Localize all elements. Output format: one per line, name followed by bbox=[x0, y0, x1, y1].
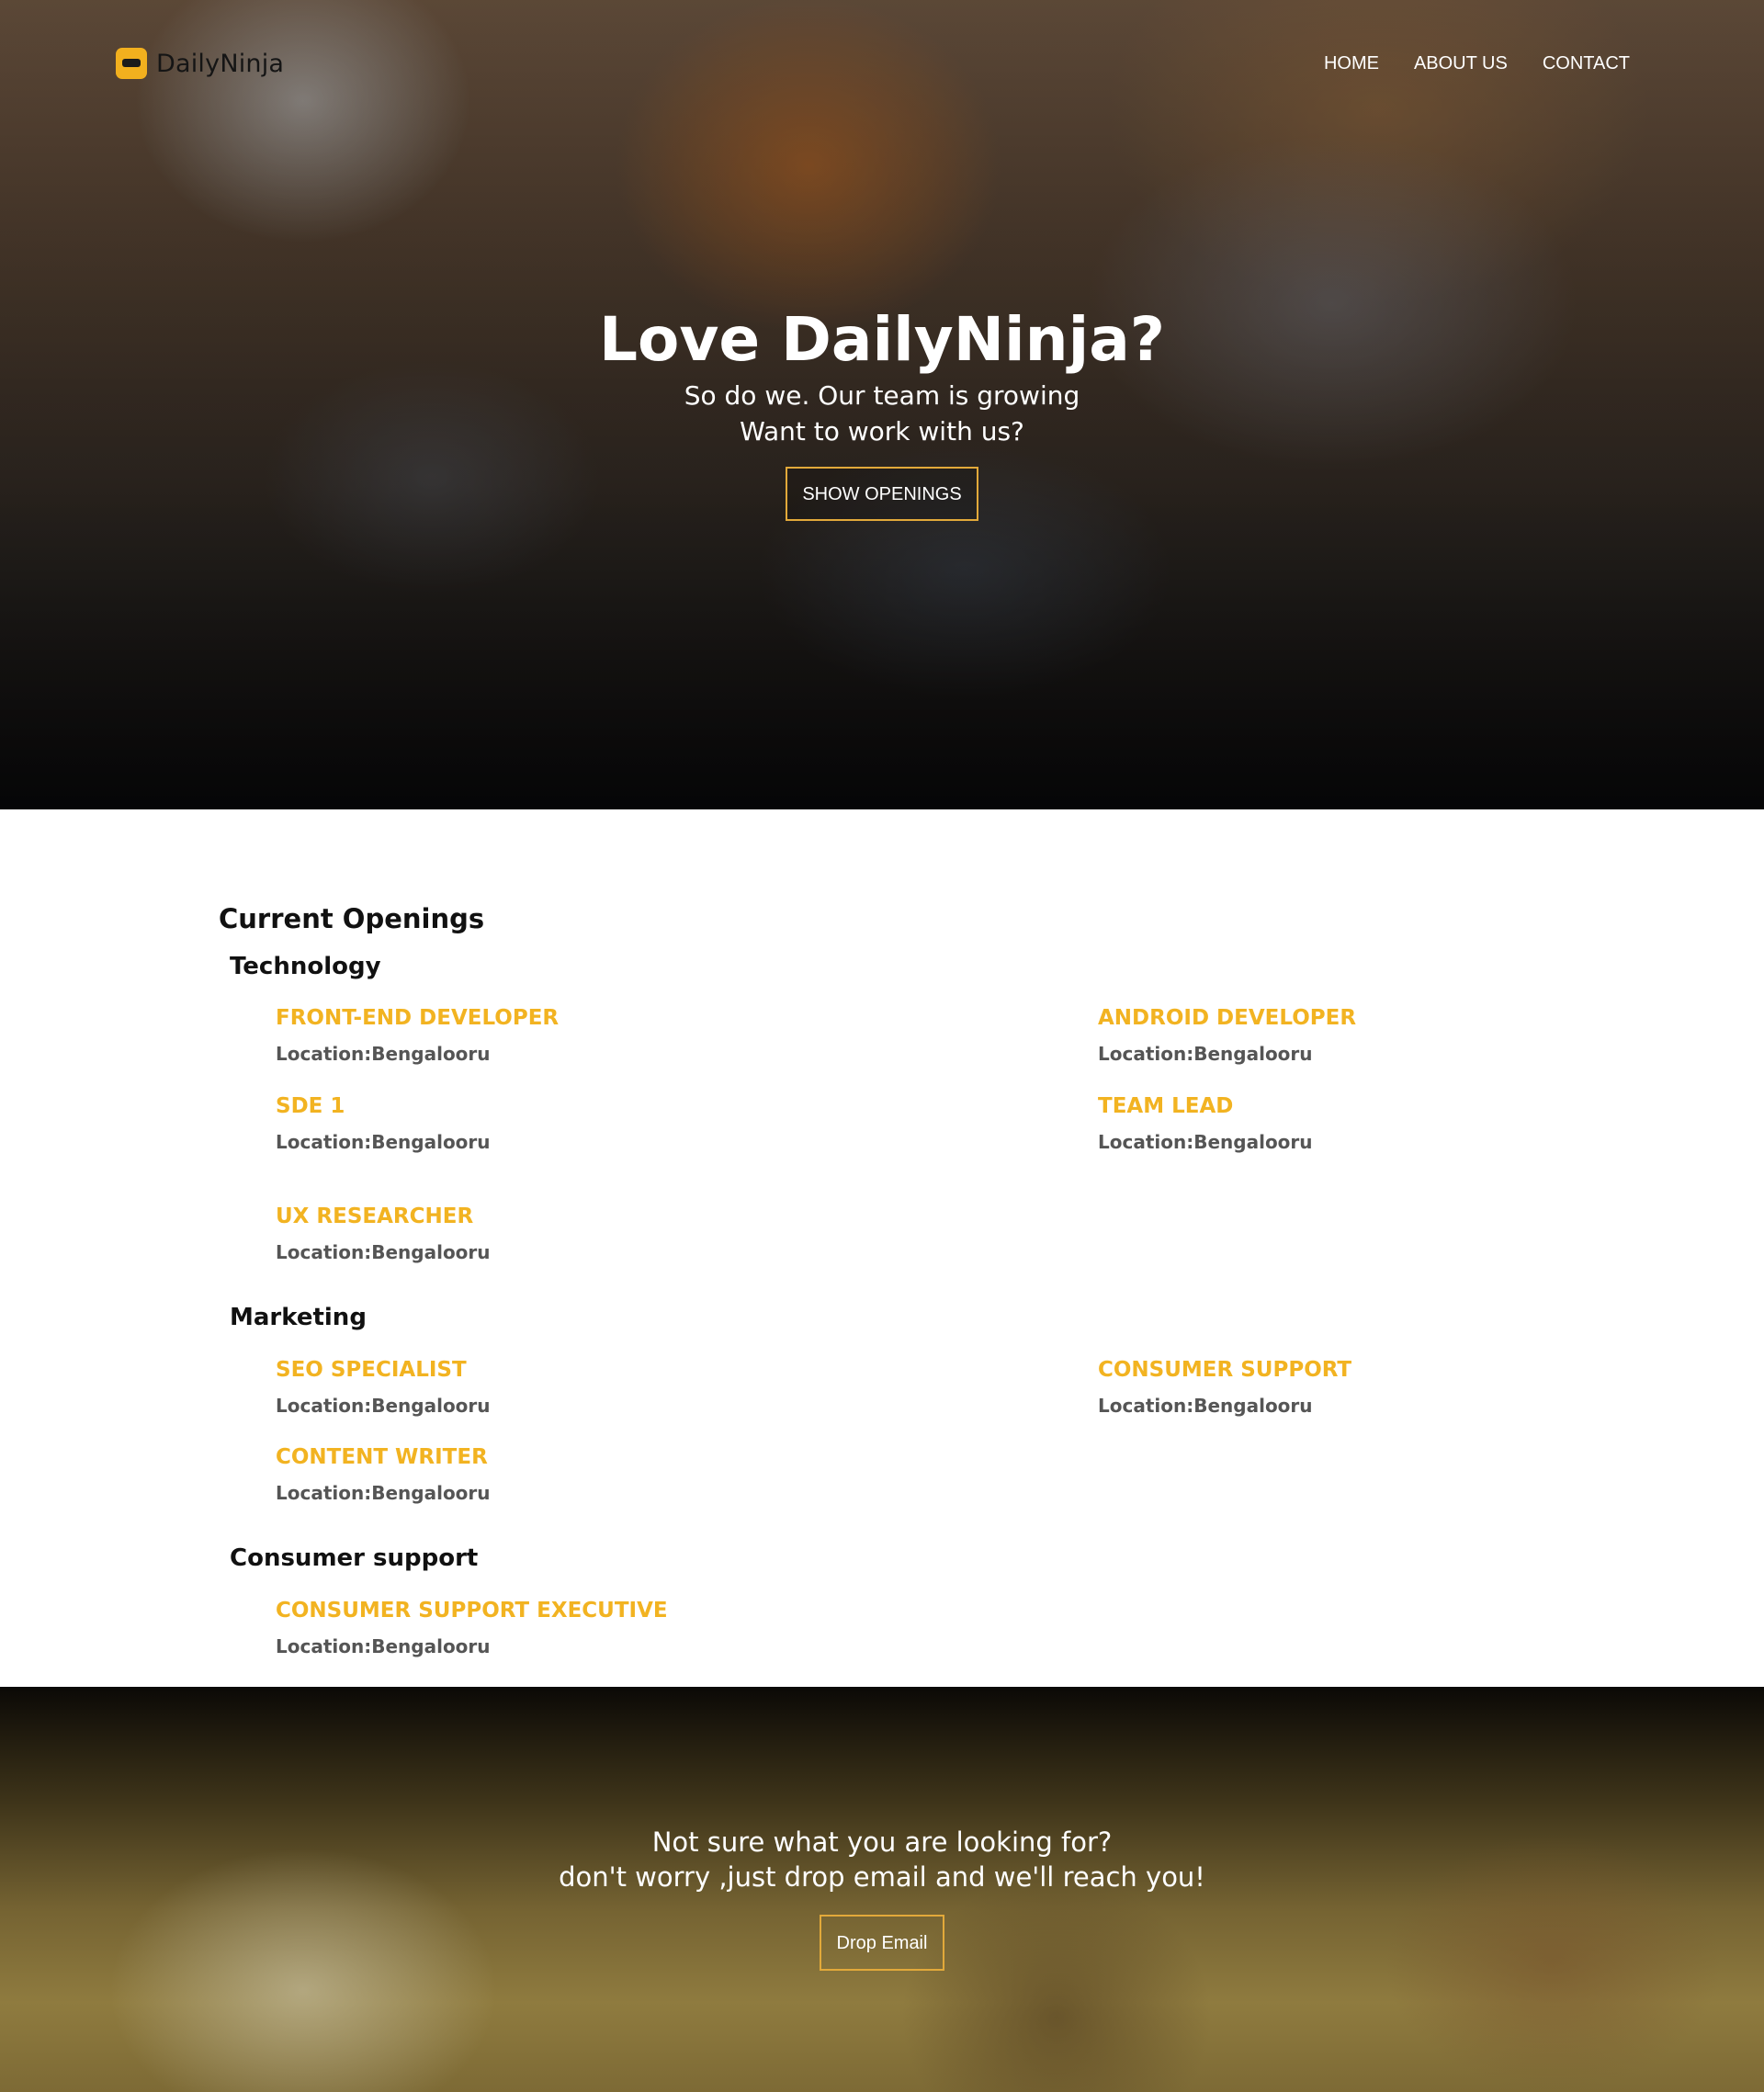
cta-line-2: don't worry ,just drop email and we'll r… bbox=[559, 1861, 1205, 1893]
job-location: Location:Bengalooru bbox=[276, 1635, 491, 1657]
nav-item-about-us[interactable]: ABOUT US bbox=[1414, 53, 1508, 74]
job-listing[interactable]: FRONT-END DEVELOPER Location:Bengalooru bbox=[276, 1006, 559, 1065]
job-listing[interactable]: SDE 1 Location:Bengalooru bbox=[276, 1094, 491, 1153]
show-openings-button[interactable]: SHOW OPENINGS bbox=[786, 467, 978, 521]
job-listing[interactable]: CONSUMER SUPPORT EXECUTIVE Location:Beng… bbox=[276, 1599, 668, 1657]
hero-section: DailyNinja HOME ABOUT US CONTACT Love Da… bbox=[0, 0, 1764, 809]
nav-item-contact[interactable]: CONTACT bbox=[1543, 53, 1630, 74]
job-location: Location:Bengalooru bbox=[1098, 1131, 1313, 1153]
email-cta-section: Not sure what you are looking for? don't… bbox=[0, 1687, 1764, 2092]
job-title[interactable]: CONSUMER SUPPORT EXECUTIVE bbox=[276, 1599, 668, 1623]
job-title[interactable]: UX RESEARCHER bbox=[276, 1204, 491, 1228]
job-location: Location:Bengalooru bbox=[276, 1131, 491, 1153]
hero-subtitle-line-1: So do we. Our team is growing bbox=[684, 380, 1080, 411]
hero-subtitle-line-2: Want to work with us? bbox=[740, 416, 1024, 447]
job-location: Location:Bengalooru bbox=[276, 1482, 491, 1504]
cta-content: Not sure what you are looking for? don't… bbox=[0, 1825, 1764, 1971]
job-title[interactable]: FRONT-END DEVELOPER bbox=[276, 1006, 559, 1030]
job-listing[interactable]: ANDROID DEVELOPER Location:Bengalooru bbox=[1098, 1006, 1356, 1065]
job-location: Location:Bengalooru bbox=[1098, 1043, 1313, 1065]
job-location: Location:Bengalooru bbox=[276, 1043, 491, 1065]
job-title[interactable]: SDE 1 bbox=[276, 1094, 491, 1118]
job-title[interactable]: CONSUMER SUPPORT bbox=[1098, 1358, 1351, 1382]
job-listing[interactable]: CONSUMER SUPPORT Location:Bengalooru bbox=[1098, 1358, 1351, 1417]
job-location: Location:Bengalooru bbox=[276, 1395, 491, 1417]
category-title-technology: Technology bbox=[230, 953, 381, 980]
openings-section: Current Openings Technology FRONT-END DE… bbox=[0, 809, 1764, 1687]
job-location: Location:Bengalooru bbox=[276, 1241, 491, 1263]
openings-title: Current Openings bbox=[219, 903, 485, 934]
job-listing[interactable]: TEAM LEAD Location:Bengalooru bbox=[1098, 1094, 1313, 1153]
drop-email-button[interactable]: Drop Email bbox=[819, 1915, 945, 1971]
job-title[interactable]: TEAM LEAD bbox=[1098, 1094, 1313, 1118]
job-title[interactable]: SEO SPECIALIST bbox=[276, 1358, 491, 1382]
job-listing[interactable]: SEO SPECIALIST Location:Bengalooru bbox=[276, 1358, 491, 1417]
brand-name: DailyNinja bbox=[156, 49, 285, 78]
category-title-marketing: Marketing bbox=[230, 1304, 367, 1331]
job-title[interactable]: CONTENT WRITER bbox=[276, 1445, 491, 1469]
nav-item-home[interactable]: HOME bbox=[1324, 53, 1379, 74]
job-listing[interactable]: UX RESEARCHER Location:Bengalooru bbox=[276, 1204, 491, 1263]
job-listing[interactable]: CONTENT WRITER Location:Bengalooru bbox=[276, 1445, 491, 1504]
job-title[interactable]: ANDROID DEVELOPER bbox=[1098, 1006, 1356, 1030]
hero-title: Love DailyNinja? bbox=[598, 304, 1166, 375]
ninja-logo-icon bbox=[116, 48, 147, 79]
brand-logo[interactable]: DailyNinja bbox=[116, 48, 284, 79]
job-location: Location:Bengalooru bbox=[1098, 1395, 1313, 1417]
hero-content: Love DailyNinja? So do we. Our team is g… bbox=[0, 303, 1764, 521]
cta-line-1: Not sure what you are looking for? bbox=[651, 1826, 1113, 1858]
category-title-consumer-support: Consumer support bbox=[230, 1544, 479, 1572]
top-nav: HOME ABOUT US CONTACT bbox=[1324, 53, 1630, 74]
